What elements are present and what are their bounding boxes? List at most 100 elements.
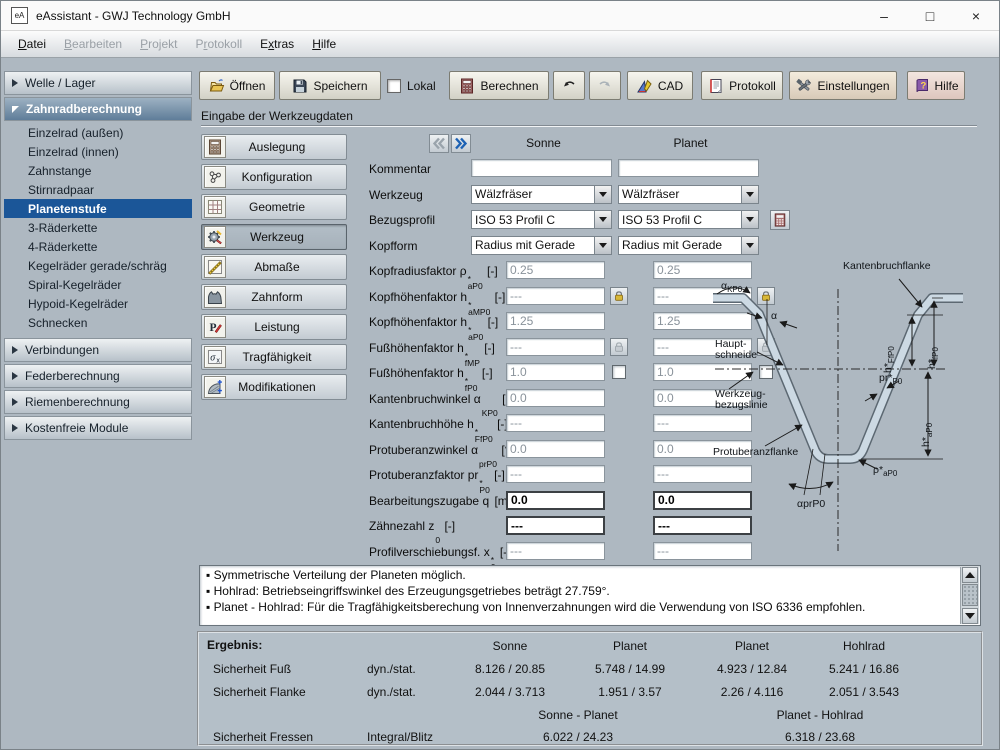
page-title: Eingabe der Werkzeugdaten bbox=[201, 109, 353, 123]
bezugsprofil-calculator-button[interactable] bbox=[770, 210, 790, 230]
fusshoehenfaktor-fp0-sonne-input[interactable] bbox=[506, 363, 605, 381]
chevron-down-icon[interactable] bbox=[594, 211, 611, 228]
help-button[interactable]: ? Hilfe bbox=[907, 71, 965, 100]
settings-button[interactable]: Einstellungen bbox=[789, 71, 897, 100]
sidebar-item-3-raederkette[interactable]: 3-Räderkette bbox=[4, 218, 192, 237]
save-floppy-icon bbox=[292, 78, 308, 94]
sidebar-item-einzelrad-innen[interactable]: Einzelrad (innen) bbox=[4, 142, 192, 161]
sidebar-section-verbindungen[interactable]: Verbindungen bbox=[4, 338, 192, 362]
menu-extras[interactable]: Extras bbox=[251, 33, 303, 55]
tragfaehigkeit-button[interactable]: σxTragfähigkeit bbox=[201, 344, 347, 370]
sigma-icon: σx bbox=[204, 346, 226, 368]
result-value: 2.26 / 4.116 bbox=[687, 685, 817, 699]
chevron-down-icon[interactable] bbox=[741, 237, 758, 254]
close-button[interactable]: × bbox=[953, 1, 999, 31]
auslegung-button[interactable]: Auslegung bbox=[201, 134, 347, 160]
leistung-button[interactable]: PLeistung bbox=[201, 314, 347, 340]
cad-button[interactable]: CAD bbox=[627, 71, 693, 100]
zaehnezahl-sonne-input[interactable] bbox=[506, 516, 605, 535]
chevron-right-icon bbox=[12, 79, 18, 87]
kommentar-sonne-input[interactable] bbox=[471, 159, 612, 177]
sidebar-section-federberechnung[interactable]: Federberechnung bbox=[4, 364, 192, 388]
next-arrow-button[interactable] bbox=[451, 134, 471, 153]
sidebar-item-kegelraeder[interactable]: Kegelräder gerade/schräg bbox=[4, 256, 192, 275]
kantenbruchwinkel-sonne-input[interactable] bbox=[506, 389, 605, 407]
chevron-down-icon[interactable] bbox=[741, 186, 758, 203]
bezugsprofil-planet-select[interactable]: ISO 53 Profil C bbox=[618, 210, 759, 229]
h-fp0-label: h*fP0 bbox=[927, 347, 941, 369]
svg-text:?: ? bbox=[920, 80, 926, 91]
konfiguration-button[interactable]: Konfiguration bbox=[201, 164, 347, 190]
result-row-mode: dyn./stat. bbox=[367, 662, 416, 676]
title-bar: eA eAssistant - GWJ Technology GmbH – □ … bbox=[1, 1, 999, 31]
bezugsprofil-sonne-select[interactable]: ISO 53 Profil C bbox=[471, 210, 612, 229]
protuberanzwinkel-sonne-input[interactable] bbox=[506, 440, 605, 458]
werkzeug-planet-select[interactable]: Wälzfräser bbox=[618, 185, 759, 204]
protocol-button[interactable]: Protokoll bbox=[701, 71, 783, 100]
modifikationen-button[interactable]: Modifikationen bbox=[201, 374, 347, 400]
column-header-planet: Planet bbox=[618, 136, 763, 150]
local-checkbox[interactable] bbox=[387, 79, 401, 93]
scroll-up-button[interactable] bbox=[962, 567, 978, 583]
sidebar-section-welle-lager[interactable]: Welle / Lager bbox=[4, 71, 192, 95]
kantenbruchhoehe-sonne-input[interactable] bbox=[506, 414, 605, 432]
geometrie-button[interactable]: Geometrie bbox=[201, 194, 347, 220]
chevron-right-icon bbox=[12, 398, 18, 406]
fusshoehenfaktor-fmp-sonne-input[interactable] bbox=[506, 338, 605, 356]
chevron-down-icon[interactable] bbox=[594, 237, 611, 254]
open-button[interactable]: Öffnen bbox=[199, 71, 275, 100]
menu-hilfe[interactable]: Hilfe bbox=[303, 33, 345, 55]
werkzeug-sonne-select[interactable]: Wälzfräser bbox=[471, 185, 612, 204]
result-value: 2.051 / 3.543 bbox=[799, 685, 929, 699]
results-col-hohlrad: Hohlrad bbox=[799, 639, 929, 653]
werkzeug-button[interactable]: Werkzeug bbox=[201, 224, 347, 250]
kommentar-planet-input[interactable] bbox=[618, 159, 759, 177]
bearbeitungszugabe-sonne-input[interactable] bbox=[506, 491, 605, 510]
bullet-icon: ▪ bbox=[206, 568, 210, 582]
bullet-icon: ▪ bbox=[206, 584, 210, 598]
kopfhoehenfaktor-ap0-sonne-input[interactable] bbox=[506, 312, 605, 330]
save-button[interactable]: Speichern bbox=[279, 71, 381, 100]
maximize-button[interactable]: □ bbox=[907, 1, 953, 31]
message-scrollbar[interactable] bbox=[960, 567, 979, 624]
zahnform-button[interactable]: Zahnform bbox=[201, 284, 347, 310]
abmasse-button[interactable]: Abmaße bbox=[201, 254, 347, 280]
sidebar-item-4-raederkette[interactable]: 4-Räderkette bbox=[4, 237, 192, 256]
result-row-label: Sicherheit Fressen bbox=[213, 730, 313, 744]
result-value: 4.923 / 12.84 bbox=[687, 662, 817, 676]
minimize-button[interactable]: – bbox=[861, 1, 907, 31]
tool-profile-diagram: αKP0 Kantenbruchflanke α Haupt-schneide … bbox=[701, 253, 991, 563]
sidebar-item-einzelrad-aussen[interactable]: Einzelrad (außen) bbox=[4, 123, 192, 142]
kopfform-planet-select[interactable]: Radius mit Gerade bbox=[618, 236, 759, 255]
sidebar-item-hypoid-kegelraeder[interactable]: Hypoid-Kegelräder bbox=[4, 294, 192, 313]
sidebar-section-kostenfreie-module[interactable]: Kostenfreie Module bbox=[4, 416, 192, 440]
scrollbar-thumb[interactable] bbox=[962, 584, 978, 606]
scroll-down-button[interactable] bbox=[962, 608, 978, 624]
kopfradiusfaktor-sonne-input[interactable] bbox=[506, 261, 605, 279]
undo-button[interactable] bbox=[553, 71, 585, 100]
column-header-sonne: Sonne bbox=[471, 136, 616, 150]
section-divider bbox=[201, 125, 977, 127]
chevron-right-icon bbox=[454, 137, 468, 150]
tool-gear-icon bbox=[204, 226, 226, 248]
chevron-down-icon[interactable] bbox=[741, 211, 758, 228]
chevron-down-icon[interactable] bbox=[594, 186, 611, 203]
calculate-button[interactable]: Berechnen bbox=[449, 71, 549, 100]
sidebar-item-planetenstufe[interactable]: Planetenstufe bbox=[4, 199, 192, 218]
sidebar-item-schnecken[interactable]: Schnecken bbox=[4, 313, 192, 332]
rho-ap0-label: ρ*aP0 bbox=[873, 465, 897, 479]
kopfhoehenfaktor-amp0-sonne-input[interactable] bbox=[506, 287, 605, 305]
kopfform-sonne-select[interactable]: Radius mit Gerade bbox=[471, 236, 612, 255]
sidebar-item-zahnstange[interactable]: Zahnstange bbox=[4, 161, 192, 180]
bullet-icon: ▪ bbox=[206, 600, 210, 614]
triangle-up-icon bbox=[965, 572, 975, 578]
grid-icon bbox=[204, 196, 226, 218]
profilverschiebung-sonne-input[interactable] bbox=[506, 542, 605, 560]
sidebar-item-stirnradpaar[interactable]: Stirnradpaar bbox=[4, 180, 192, 199]
protuberanzfaktor-sonne-input[interactable] bbox=[506, 465, 605, 483]
menu-datei[interactable]: Datei bbox=[9, 33, 55, 55]
sidebar-section-riemenberechnung[interactable]: Riemenberechnung bbox=[4, 390, 192, 414]
sidebar-item-spiral-kegelraeder[interactable]: Spiral-Kegelräder bbox=[4, 275, 192, 294]
sidebar-section-zahnradberechnung[interactable]: Zahnradberechnung bbox=[4, 97, 192, 121]
calculator-icon bbox=[204, 136, 226, 158]
